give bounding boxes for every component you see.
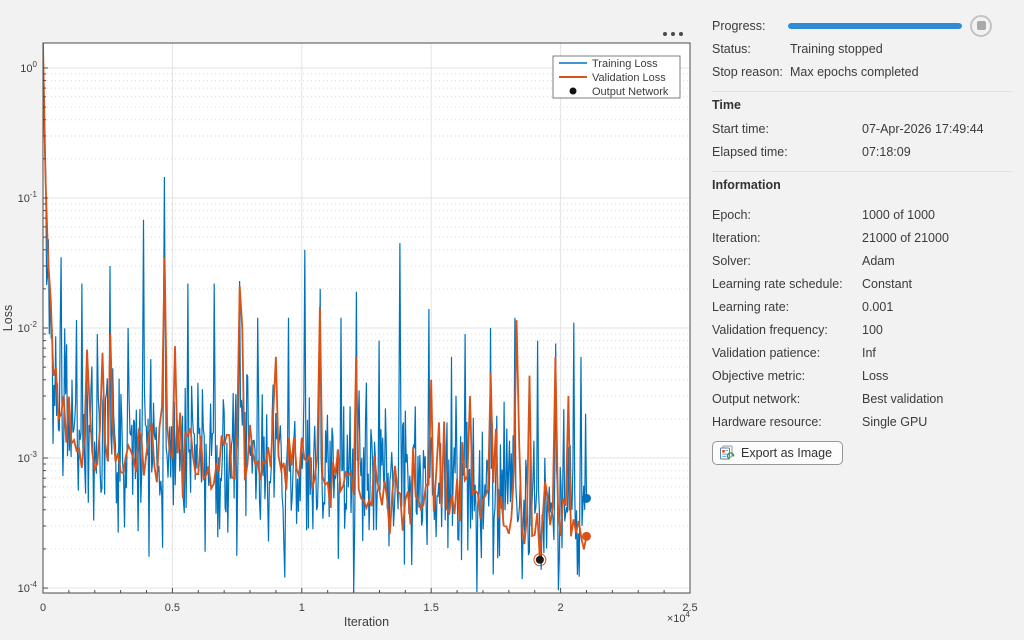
stop-reason-value: Max epochs completed xyxy=(790,65,1012,79)
solver-value: Adam xyxy=(862,254,1012,268)
output-network-value: Best validation xyxy=(862,392,1012,406)
stop-reason-row: Stop reason: Max epochs completed xyxy=(712,60,1012,83)
progress-bar-fill xyxy=(788,23,962,29)
stop-button[interactable] xyxy=(970,15,992,37)
status-value: Training stopped xyxy=(790,42,1012,56)
svg-text:1.5: 1.5 xyxy=(424,602,439,614)
stop-reason-label: Stop reason: xyxy=(712,65,790,79)
training-progress-chart: 00.511.522.510010-110-210-310-4×104Itera… xyxy=(0,0,700,640)
objective-metric-row: Objective metric: Loss xyxy=(712,364,1012,387)
objective-metric-label: Objective metric: xyxy=(712,369,862,383)
plot-area xyxy=(43,43,690,593)
validation-patience-row: Validation patience: Inf xyxy=(712,341,1012,364)
iteration-row: Iteration: 21000 of 21000 xyxy=(712,226,1012,249)
progress-label: Progress: xyxy=(712,19,788,33)
svg-text:10-3: 10-3 xyxy=(18,450,38,465)
learning-rate-schedule-value: Constant xyxy=(862,277,1012,291)
ellipsis-icon xyxy=(663,32,667,36)
svg-text:10-4: 10-4 xyxy=(18,580,38,595)
svg-text:×104: ×104 xyxy=(667,610,691,625)
start-time-label: Start time: xyxy=(712,122,862,136)
output-network-row: Output network: Best validation xyxy=(712,387,1012,410)
information-section-header: Information xyxy=(712,174,1012,197)
hardware-resource-label: Hardware resource: xyxy=(712,415,862,429)
export-image-icon xyxy=(719,445,735,461)
stop-icon xyxy=(977,21,986,30)
output-network-marker xyxy=(536,556,544,564)
svg-text:10-1: 10-1 xyxy=(18,190,38,205)
learning-rate-label: Learning rate: xyxy=(712,300,862,314)
validation-frequency-value: 100 xyxy=(862,323,1012,337)
svg-text:0.5: 0.5 xyxy=(165,602,180,614)
training-details-panel: Progress: Status: Training stopped Stop … xyxy=(700,0,1024,640)
output-network-label: Output network: xyxy=(712,392,862,406)
elapsed-time-label: Elapsed time: xyxy=(712,145,862,159)
svg-text:0: 0 xyxy=(40,602,46,614)
validation-patience-label: Validation patience: xyxy=(712,346,862,360)
svg-text:2: 2 xyxy=(558,602,564,614)
svg-text:10-2: 10-2 xyxy=(18,320,38,335)
progress-row: Progress: xyxy=(712,14,1012,37)
legend-label-2: Output Network xyxy=(592,86,669,98)
loss-chart-svg: 00.511.522.510010-110-210-310-4×104Itera… xyxy=(0,0,700,640)
hardware-resource-value: Single GPU xyxy=(862,415,1012,429)
legend-label-1: Validation Loss xyxy=(592,72,666,84)
learning-rate-row: Learning rate: 0.001 xyxy=(712,295,1012,318)
time-section-header: Time xyxy=(712,94,1012,117)
validation-patience-value: Inf xyxy=(862,346,1012,360)
epoch-label: Epoch: xyxy=(712,208,862,222)
legend-label-0: Training Loss xyxy=(592,58,658,70)
legend: Training Loss Validation Loss Output Netwo… xyxy=(553,56,680,98)
epoch-value: 1000 of 1000 xyxy=(862,208,1012,222)
learning-rate-schedule-row: Learning rate schedule: Constant xyxy=(712,272,1012,295)
progress-bar xyxy=(788,23,962,29)
svg-text:1: 1 xyxy=(299,602,305,614)
iteration-value: 21000 of 21000 xyxy=(862,231,1012,245)
iteration-label: Iteration: xyxy=(712,231,862,245)
status-label: Status: xyxy=(712,42,790,56)
export-as-image-button[interactable]: Export as Image xyxy=(712,441,843,465)
start-time-value: 07-Apr-2026 17:49:44 xyxy=(862,122,1012,136)
validation-frequency-row: Validation frequency: 100 xyxy=(712,318,1012,341)
solver-label: Solver: xyxy=(712,254,862,268)
x-axis-label: Iteration xyxy=(344,615,389,629)
final-training-marker xyxy=(582,494,591,503)
legend-sample-2 xyxy=(570,88,577,95)
learning-rate-schedule-label: Learning rate schedule: xyxy=(712,277,862,291)
ellipsis-icon xyxy=(671,32,675,36)
ellipsis-icon xyxy=(679,32,683,36)
time-section: Time Start time: 07-Apr-2026 17:49:44 El… xyxy=(712,91,1012,163)
final-validation-marker xyxy=(582,532,591,541)
axes-options-menu-button[interactable] xyxy=(661,30,685,38)
export-button-label: Export as Image xyxy=(741,446,832,460)
learning-rate-value: 0.001 xyxy=(862,300,1012,314)
solver-row: Solver: Adam xyxy=(712,249,1012,272)
status-row: Status: Training stopped xyxy=(712,37,1012,60)
elapsed-time-row: Elapsed time: 07:18:09 xyxy=(712,140,1012,163)
svg-text:100: 100 xyxy=(20,60,37,75)
validation-frequency-label: Validation frequency: xyxy=(712,323,862,337)
information-section: Information Epoch: 1000 of 1000 Iteratio… xyxy=(712,171,1012,433)
hardware-resource-row: Hardware resource: Single GPU xyxy=(712,410,1012,433)
epoch-row: Epoch: 1000 of 1000 xyxy=(712,203,1012,226)
objective-metric-value: Loss xyxy=(862,369,1012,383)
y-axis-label: Loss xyxy=(1,305,15,331)
elapsed-time-value: 07:18:09 xyxy=(862,145,1012,159)
start-time-row: Start time: 07-Apr-2026 17:49:44 xyxy=(712,117,1012,140)
